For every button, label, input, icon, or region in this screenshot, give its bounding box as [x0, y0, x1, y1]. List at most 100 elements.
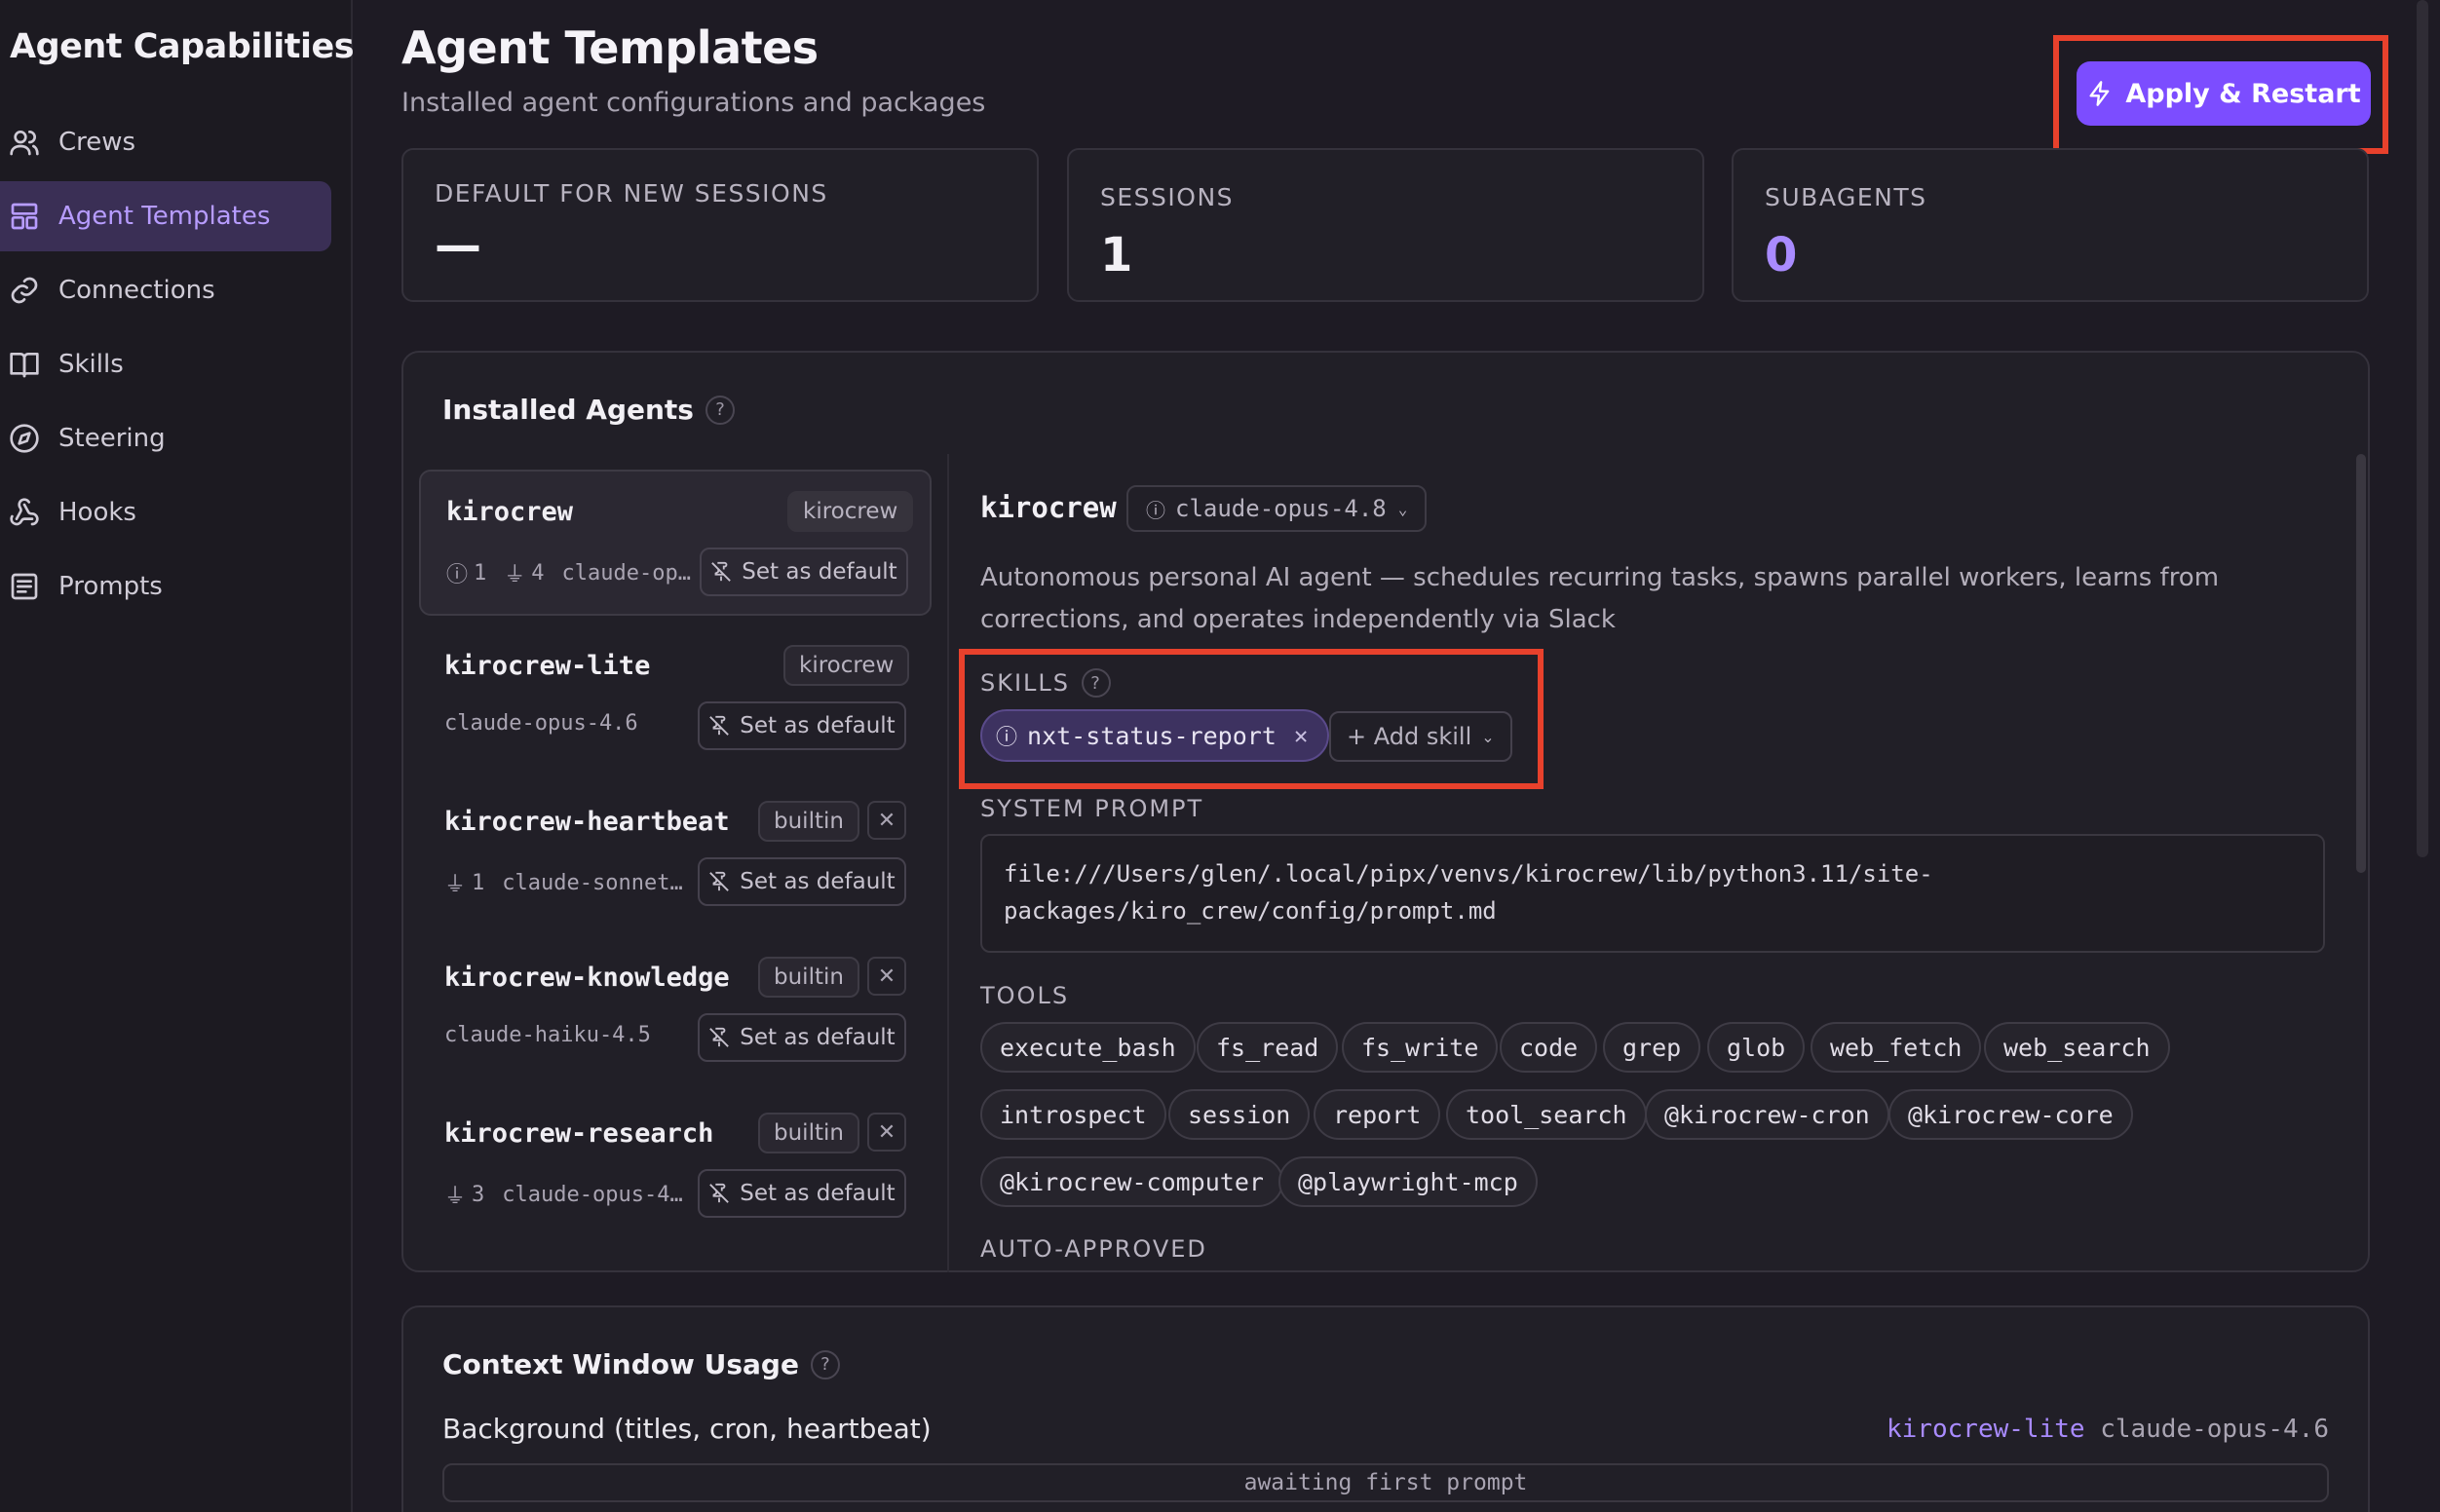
pin-off-icon [709, 1027, 730, 1047]
lightning-icon [2089, 81, 2110, 106]
tool-chip[interactable]: grep [1603, 1022, 1701, 1073]
plug-icon: ⏚ [444, 1185, 467, 1209]
context-row-label: Background (titles, cron, heartbeat) [442, 1413, 932, 1445]
help-icon[interactable]: ? [1082, 668, 1112, 698]
webhook-icon [8, 496, 41, 529]
tool-chip[interactable]: tool_search [1446, 1089, 1647, 1140]
agent-card-kirocrew-research[interactable]: kirocrew-research builtin ✕ ⏚ 3 claude-o… [419, 1093, 932, 1239]
help-icon[interactable]: ? [705, 395, 735, 425]
link-icon [8, 274, 41, 307]
agent-card-kirocrew-knowledge[interactable]: kirocrew-knowledge builtin ✕ claude-haik… [419, 937, 932, 1083]
layout-icon [8, 200, 41, 233]
context-row-agent: kirocrew-lite claude-opus-4.6 [1887, 1415, 2329, 1444]
sidebar-item-label: Prompts [58, 572, 163, 601]
remove-agent-button[interactable]: ✕ [867, 1113, 906, 1152]
agent-card-kirocrew[interactable]: kirocrew kirocrew ⓘ 1 ⏚ 4 claude-op… Set… [419, 470, 932, 616]
agent-name: kirocrew [446, 497, 574, 527]
pin-off-icon [709, 715, 730, 736]
tool-chip[interactable]: @kirocrew-cron [1645, 1089, 1889, 1140]
context-window-title: Context Window Usage ? [442, 1348, 840, 1380]
sidebar-item-prompts[interactable]: Prompts [0, 551, 331, 622]
set-default-button[interactable]: Set as default [700, 548, 908, 596]
stat-value: 0 [1765, 228, 1798, 283]
sidebar-item-label: Agent Templates [58, 202, 271, 231]
brain-icon: ⓘ [1146, 498, 1165, 522]
auto-approved-label: AUTO-APPROVED [980, 1235, 1207, 1263]
stat-label: SUBAGENTS [1765, 183, 1927, 211]
tool-chip[interactable]: session [1168, 1089, 1311, 1140]
tool-chip[interactable]: web_search [1984, 1022, 2170, 1073]
detail-scrollbar[interactable] [2356, 454, 2366, 873]
skill-chip[interactable]: ⓘ nxt-status-report ✕ [980, 709, 1330, 762]
agent-meta: ⏚ 1 claude-sonnet… [444, 867, 683, 898]
users-icon [8, 126, 41, 159]
installed-agents-title: Installed Agents ? [442, 394, 735, 426]
agent-meta: claude-opus-4.6 [444, 711, 638, 736]
stat-value: 1 [1100, 228, 1133, 283]
page-title: Agent Templates [401, 21, 819, 74]
tool-chip[interactable]: @playwright-mcp [1278, 1156, 1538, 1207]
help-icon[interactable]: ? [810, 1349, 840, 1380]
brain-icon: ⓘ [996, 726, 1018, 750]
panel-title-text: Context Window Usage [442, 1348, 799, 1380]
tool-chip[interactable]: glob [1707, 1022, 1806, 1073]
skills-label: SKILLS ? [980, 668, 1112, 698]
agent-card-kirocrew-heartbeat[interactable]: kirocrew-heartbeat builtin ✕ ⏚ 1 claude-… [419, 781, 932, 927]
context-agent-name: kirocrew-lite [1887, 1415, 2085, 1444]
plug-icon: ⏚ [504, 563, 526, 587]
stat-sessions: SESSIONS 1 [1067, 148, 1704, 302]
pin-off-icon [709, 1183, 730, 1203]
tool-chip[interactable]: @kirocrew-core [1888, 1089, 2133, 1140]
tool-chip[interactable]: introspect [980, 1089, 1166, 1140]
tool-chip[interactable]: @kirocrew-computer [980, 1156, 1283, 1207]
apply-restart-button[interactable]: Apply & Restart [2077, 61, 2371, 126]
sidebar-item-connections[interactable]: Connections [0, 255, 331, 325]
tool-chip[interactable]: fs_write [1342, 1022, 1499, 1073]
agent-meta: ⓘ 1 ⏚ 4 claude-op… [446, 557, 691, 588]
detail-agent-name: kirocrew [980, 491, 1117, 524]
tool-chip[interactable]: web_fetch [1811, 1022, 1982, 1073]
agent-card-kirocrew-lite[interactable]: kirocrew-lite kirocrew claude-opus-4.6 S… [419, 625, 932, 772]
plug-icon: ⏚ [444, 873, 467, 897]
tool-chip[interactable]: fs_read [1197, 1022, 1339, 1073]
stat-value: — [435, 218, 481, 273]
tools-label: TOOLS [980, 982, 1070, 1009]
set-default-button[interactable]: Set as default [698, 1013, 906, 1062]
tool-chip[interactable]: code [1500, 1022, 1598, 1073]
compass-icon [8, 422, 41, 455]
pin-off-icon [709, 871, 730, 891]
sidebar-item-hooks[interactable]: Hooks [0, 477, 331, 548]
chevron-down-icon: ⌄ [1481, 727, 1495, 746]
sidebar-item-agent-templates[interactable]: Agent Templates [0, 181, 331, 251]
model-selector[interactable]: ⓘ claude-opus-4.8 ⌄ [1126, 485, 1428, 532]
sidebar-item-label: Skills [58, 350, 124, 379]
remove-skill-icon[interactable]: ✕ [1294, 722, 1308, 749]
message-icon [8, 570, 41, 603]
sidebar-item-skills[interactable]: Skills [0, 329, 331, 399]
model-name: claude-opus-4.8 [1175, 495, 1387, 522]
remove-agent-button[interactable]: ✕ [867, 957, 906, 996]
sidebar-item-label: Crews [58, 128, 136, 157]
sidebar-item-label: Steering [58, 424, 166, 453]
sidebar-item-label: Hooks [58, 498, 136, 527]
page-scrollbar[interactable] [2417, 0, 2428, 857]
add-skill-button[interactable]: + Add skill ⌄ [1329, 711, 1512, 762]
set-default-button[interactable]: Set as default [698, 857, 906, 906]
system-prompt-field[interactable]: file:///Users/glen/.local/pipx/venvs/kir… [980, 834, 2325, 953]
sidebar-item-crews[interactable]: Crews [0, 107, 331, 177]
chevron-down-icon: ⌄ [1397, 499, 1408, 518]
sidebar-item-steering[interactable]: Steering [0, 403, 331, 473]
sidebar: Agent Capabilities Crews Agent Templates… [0, 0, 355, 1512]
tool-chip[interactable]: report [1314, 1089, 1441, 1140]
set-default-button[interactable]: Set as default [698, 1169, 906, 1218]
tool-chip[interactable]: execute_bash [980, 1022, 1196, 1073]
agent-tag: builtin [758, 1113, 859, 1153]
set-default-button[interactable]: Set as default [698, 701, 906, 750]
apply-restart-label: Apply & Restart [2125, 78, 2361, 109]
pin-off-icon [711, 561, 732, 582]
remove-agent-button[interactable]: ✕ [867, 801, 906, 840]
system-prompt-line: packages/kiro_crew/config/prompt.md [1004, 897, 1497, 925]
book-icon [8, 348, 41, 381]
agent-name: kirocrew-knowledge [444, 963, 730, 993]
agent-tag: builtin [758, 801, 859, 842]
